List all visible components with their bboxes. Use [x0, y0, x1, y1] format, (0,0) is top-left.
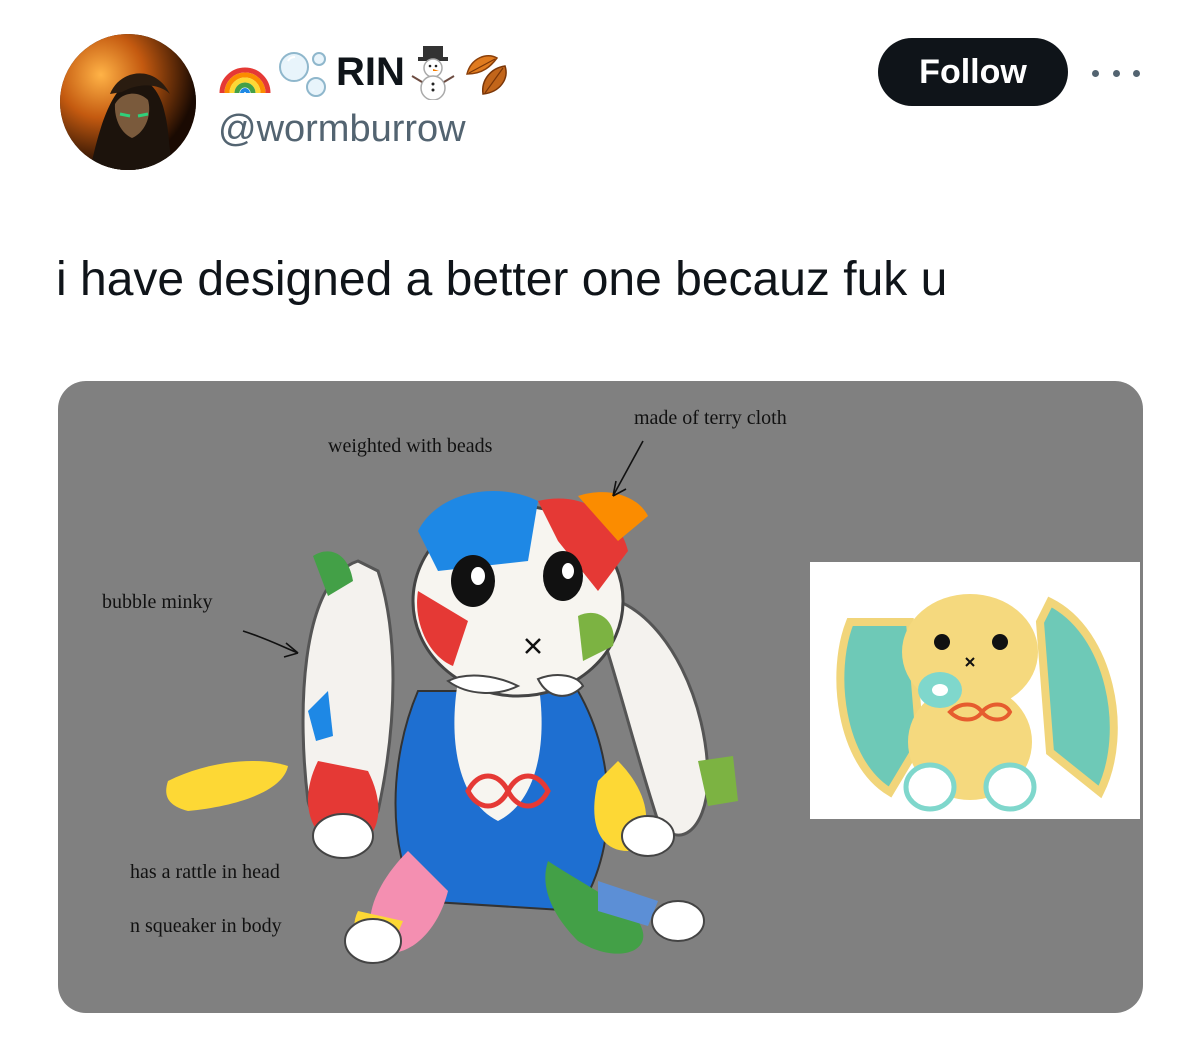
rainbow-icon [219, 67, 271, 94]
annotation-bubble-minky: bubble minky [102, 591, 213, 613]
more-dot-icon [1092, 69, 1099, 77]
fallen-leaf-icon [465, 54, 507, 95]
snowman-icon [411, 46, 455, 100]
tweet-media[interactable]: weighted with beads made of terry cloth … [58, 381, 1143, 1013]
reference-plush-photo [810, 562, 1140, 819]
annotation-weighted: weighted with beads [328, 435, 493, 457]
annotation-rattle: has a rattle in head [130, 861, 280, 883]
display-name: RIN [336, 49, 405, 94]
more-options-button[interactable] [1092, 58, 1140, 88]
yellow-bunny-plush-image [810, 562, 1140, 819]
annotation-terry-cloth: made of terry cloth [634, 407, 787, 429]
tweet-text: i have designed a better one becauz fuk … [56, 253, 948, 306]
avatar-image [60, 34, 196, 170]
author-handle[interactable]: @wormburrow [218, 108, 466, 151]
author-name-row[interactable]: RIN [218, 44, 517, 100]
more-dot-icon [1133, 69, 1140, 77]
avatar[interactable] [60, 34, 196, 170]
more-dot-icon [1112, 69, 1120, 77]
follow-button[interactable]: Follow [878, 38, 1068, 106]
bubbles-icon [279, 52, 326, 97]
annotation-squeaker: n squeaker in body [130, 915, 282, 937]
